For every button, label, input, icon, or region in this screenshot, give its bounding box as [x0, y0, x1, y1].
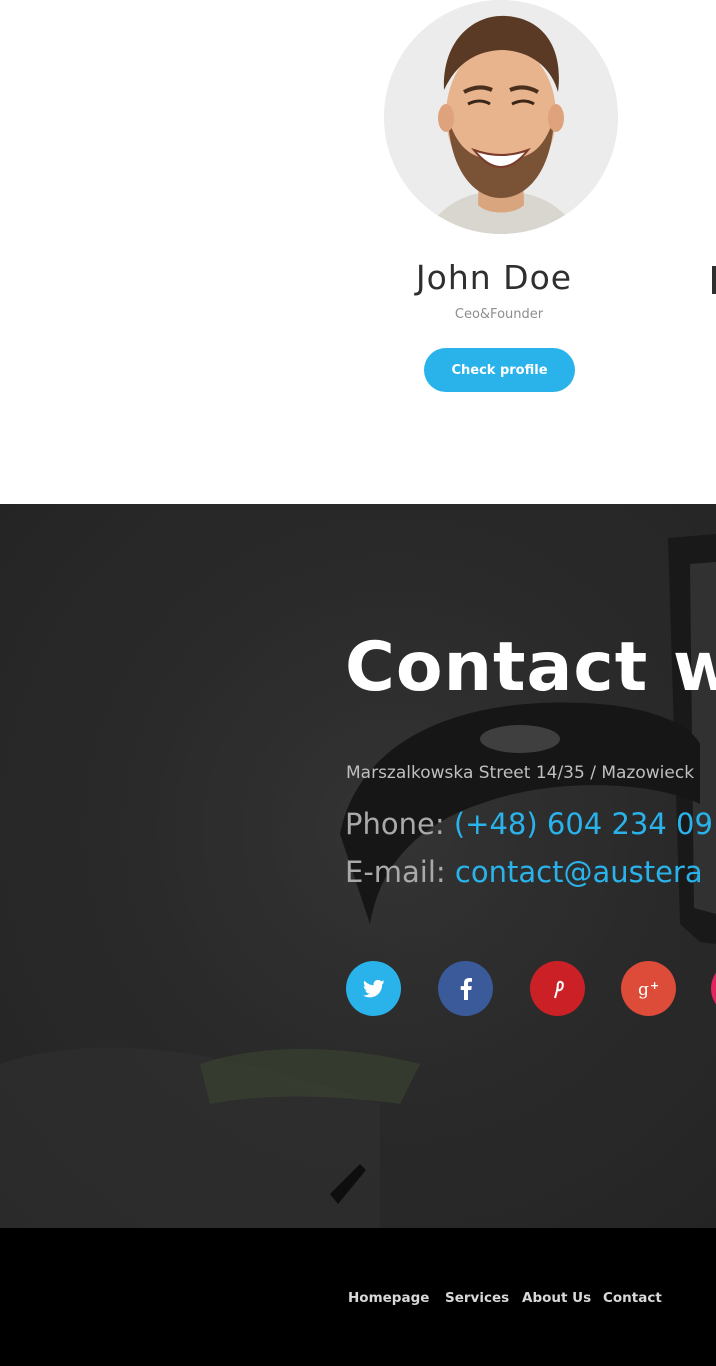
contact-section: Contact w Marszalkowska Street 14/35 / M… [0, 504, 716, 1228]
pinterest-button[interactable] [530, 961, 585, 1016]
check-profile-button[interactable]: Check profile [424, 348, 575, 392]
contact-phone: Phone: (+48) 604 234 091 [345, 807, 716, 841]
person-photo-icon [384, 0, 618, 234]
twitter-icon [362, 979, 385, 997]
footer-nav: Homepage Services About Us Contact [0, 1290, 716, 1314]
pinterest-icon [553, 980, 564, 998]
team-member-avatar [384, 0, 618, 234]
email-link[interactable]: contact@austera [455, 855, 703, 889]
contact-address: Marszalkowska Street 14/35 / Mazowieck [346, 763, 695, 783]
footer-link-about-us[interactable]: About Us [522, 1290, 591, 1306]
footer: Homepage Services About Us Contact [0, 1228, 716, 1366]
team-member-role: Ceo&Founder [454, 307, 544, 322]
footer-link-services[interactable]: Services [445, 1290, 509, 1306]
email-label: E-mail: [345, 855, 446, 889]
contact-email: E-mail: contact@austera [345, 855, 703, 889]
phone-label: Phone: [345, 807, 445, 841]
team-section: John Doe Ceo&Founder Check profile [0, 0, 716, 504]
team-member-name: John Doe [415, 258, 573, 297]
twitter-button[interactable] [346, 961, 401, 1016]
next-member-name-peek [712, 266, 716, 294]
google-plus-button[interactable]: g + [621, 961, 676, 1016]
contact-title: Contact w [345, 628, 716, 707]
svg-text:+: + [650, 979, 659, 992]
phone-link[interactable]: (+48) 604 234 091 [454, 807, 716, 841]
footer-link-contact[interactable]: Contact [603, 1290, 662, 1306]
google-plus-icon: g + [638, 979, 659, 999]
facebook-button[interactable] [438, 961, 493, 1016]
svg-text:g: g [638, 980, 649, 999]
footer-link-homepage[interactable]: Homepage [348, 1290, 429, 1306]
facebook-icon [460, 977, 472, 1000]
